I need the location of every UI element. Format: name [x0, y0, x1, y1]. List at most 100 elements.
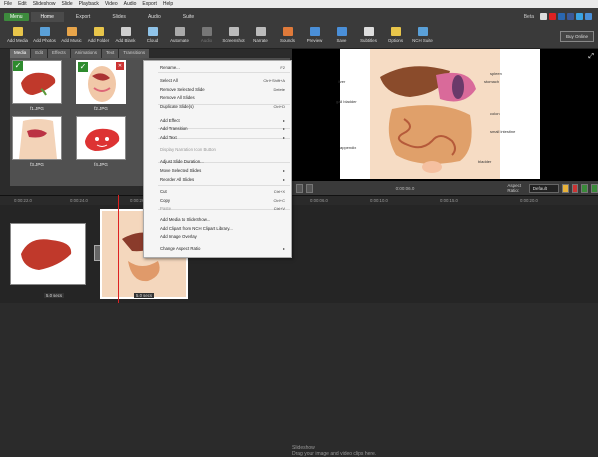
tab-slides[interactable]: Slides	[102, 12, 136, 22]
add-blank-icon	[120, 27, 131, 36]
torso-image	[19, 119, 57, 159]
menu-playback[interactable]: Playback	[79, 1, 99, 7]
save-button[interactable]: Save	[328, 25, 355, 43]
tab-home[interactable]: Home	[30, 11, 64, 22]
tab-edit[interactable]: Edit	[31, 49, 48, 58]
media-thumb[interactable]	[76, 116, 126, 160]
playhead[interactable]	[118, 195, 119, 303]
context-item-move-selected-slides[interactable]: Move Selected Slides ▸	[160, 168, 290, 173]
menu-button[interactable]: Menu	[4, 12, 29, 21]
tab-effects[interactable]: Effects	[48, 49, 70, 58]
menu-slideshow[interactable]: Slideshow	[33, 1, 56, 7]
context-item-label: Reorder All Slides	[160, 176, 195, 182]
add-icon[interactable]	[581, 183, 589, 193]
context-item-rename[interactable]: Rename... F2	[160, 65, 290, 70]
context-item-label: Change Aspect Ratio	[160, 245, 201, 251]
context-item-add-transition[interactable]: Add Transition ▸	[160, 126, 290, 131]
context-item-add-text[interactable]: Add Text ▸	[160, 135, 290, 140]
context-item-change-aspect-ratio[interactable]: Change Aspect Ratio ▸	[160, 246, 290, 251]
narrate-button[interactable]: Narrate	[247, 25, 274, 43]
nch-suite-button[interactable]: NCH Suite	[409, 25, 436, 43]
context-item-add-clipart-from-nch-clipart-library[interactable]: Add Clipart from NCH Clipart Library...	[160, 226, 290, 231]
add-photos-button[interactable]: Add Photos	[31, 25, 58, 43]
audio-button[interactable]: Audio	[193, 25, 220, 43]
menu-file[interactable]: File	[4, 1, 12, 7]
twitter-icon[interactable]	[576, 13, 583, 20]
check-icon: ✓	[78, 62, 88, 72]
nch-icon[interactable]	[540, 13, 547, 20]
context-item-add-media-to-slideshow[interactable]: Add Media to SlideShow...	[160, 217, 290, 222]
tab-animations[interactable]: Animations	[70, 49, 101, 58]
menu-export[interactable]: Export	[142, 1, 156, 7]
clip-duration: 5.0 secs	[44, 293, 65, 298]
tab-text[interactable]: Text	[101, 49, 119, 58]
cloud-icon	[147, 27, 158, 36]
add-media-button[interactable]: Add Media	[4, 25, 31, 43]
remove-icon[interactable]: ✕	[116, 62, 124, 70]
menu-video[interactable]: Video	[105, 1, 118, 7]
context-item-paste: Paste Ctrl+V	[160, 206, 290, 211]
audio-icon	[201, 27, 212, 36]
tab-suite[interactable]: Suite	[173, 12, 204, 22]
context-item-select-all[interactable]: Select All Ctrl+Shift+A	[160, 78, 290, 83]
screenshot-button[interactable]: Screenshot	[220, 25, 247, 43]
help-icon[interactable]	[585, 13, 592, 20]
context-item-add-effect[interactable]: Add Effect ▸	[160, 118, 290, 123]
fullscreen-icon[interactable]: ⤢	[588, 53, 594, 61]
label-liver: liver	[338, 79, 346, 84]
toolbar-label: Screenshot	[222, 38, 245, 43]
toolbar-label: Add Blank	[115, 38, 136, 43]
add-folder-button[interactable]: Add Folder	[85, 25, 112, 43]
timeline: 5.0 secs 5.0 secs Slideshow Drag your im…	[0, 205, 598, 457]
context-item-reorder-all-slides[interactable]: Reorder All Slides ▸	[160, 177, 290, 182]
subtitles-button[interactable]: Subtitles	[355, 25, 382, 43]
preview-button[interactable]: Preview	[301, 25, 328, 43]
context-item-cut[interactable]: Cut Ctrl+X	[160, 189, 290, 194]
media-thumb[interactable]	[12, 116, 62, 160]
add-music-button[interactable]: Add Music	[58, 25, 85, 43]
tab-media[interactable]: Media	[10, 49, 31, 58]
label-small-intestine: small intestine	[490, 129, 516, 134]
context-item-remove-all-slides[interactable]: Remove All Slides	[160, 95, 290, 100]
crop-icon[interactable]	[561, 183, 569, 193]
delete-icon[interactable]	[571, 183, 579, 193]
menu-edit[interactable]: Edit	[18, 1, 27, 7]
sounds-button[interactable]: Sounds	[274, 25, 301, 43]
settings-icon[interactable]	[305, 183, 313, 193]
context-item-label: Rename...	[160, 64, 180, 70]
tab-export[interactable]: Export	[66, 12, 100, 22]
youtube-icon[interactable]	[549, 13, 556, 20]
media-thumb[interactable]: ✓ ✕	[76, 60, 126, 104]
context-item-duplicate-slide-s[interactable]: Duplicate Slide(s) Ctrl+D	[160, 104, 290, 109]
automate-button[interactable]: Automate	[166, 25, 193, 43]
timeline-clip[interactable]	[10, 223, 86, 285]
context-item-copy[interactable]: Copy Ctrl+C	[160, 198, 290, 203]
options-icon	[390, 27, 401, 36]
sounds-icon	[282, 27, 293, 36]
facebook-icon[interactable]	[567, 13, 574, 20]
ruler-tick: 0:00:06.0	[310, 198, 328, 203]
context-item-shortcut: ▸	[282, 126, 285, 132]
play-icon[interactable]	[296, 183, 303, 193]
context-item-remove-selected-slide[interactable]: Remove Selected Slide Delete	[160, 87, 290, 92]
media-filename: f4.JPG	[94, 162, 108, 167]
context-item-adjust-slide-duration[interactable]: Adjust Slide Duration...	[160, 159, 290, 164]
cloud-button[interactable]: Cloud	[139, 25, 166, 43]
media-thumb[interactable]: ✓	[12, 60, 62, 104]
menu-help[interactable]: Help	[163, 1, 173, 7]
context-item-add-image-overlay[interactable]: Add Image Overlay	[160, 234, 290, 239]
buy-online-button[interactable]: Buy Online	[559, 31, 594, 42]
options-button[interactable]: Options	[382, 25, 409, 43]
zoom-icon[interactable]	[591, 183, 598, 193]
add-blank-button[interactable]: Add Blank	[112, 25, 139, 43]
context-item-label: Add Transition	[160, 126, 188, 132]
aspect-ratio-select[interactable]: Default	[528, 183, 559, 193]
linkedin-icon[interactable]	[558, 13, 565, 20]
menu-slide[interactable]: Slide	[61, 1, 72, 7]
tab-audio[interactable]: Audio	[138, 12, 171, 22]
check-icon: ✓	[13, 61, 23, 71]
menu-audio[interactable]: Audio	[124, 1, 137, 7]
menu-separator	[158, 72, 290, 73]
tab-transitions[interactable]: Transitions	[119, 49, 150, 58]
slideshow-hint: Slideshow Drag your image and video clip…	[292, 445, 376, 457]
